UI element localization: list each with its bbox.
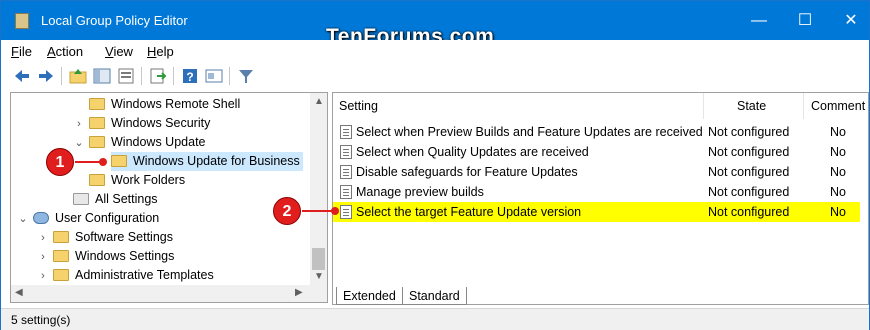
- toolbar-separator: [173, 67, 174, 85]
- tree-item-all-settings[interactable]: All Settings: [73, 190, 158, 209]
- toolbar-separator: [141, 67, 142, 85]
- table-row[interactable]: Manage preview builds Not configured No: [333, 182, 870, 202]
- back-arrow-icon[interactable]: [13, 67, 31, 85]
- table-row[interactable]: Select when Preview Builds and Feature U…: [333, 122, 870, 142]
- refresh-view-icon[interactable]: [117, 67, 135, 85]
- menu-view[interactable]: View: [105, 44, 133, 59]
- tree-item-windows-remote-shell[interactable]: Windows Remote Shell: [73, 95, 240, 114]
- scroll-left-arrow-icon[interactable]: ◀: [15, 287, 23, 298]
- tree-item-software-settings[interactable]: › Software Settings: [37, 228, 173, 247]
- tree-item-windows-security[interactable]: › Windows Security: [73, 114, 210, 133]
- title-bar[interactable]: Local Group Policy Editor TenForums.com …: [1, 1, 870, 48]
- column-divider[interactable]: [703, 93, 704, 119]
- tree-item-user-configuration[interactable]: ⌄ User Configuration: [17, 209, 159, 228]
- callout-badge-2: 2: [273, 197, 301, 225]
- callout-dot-1: [99, 158, 107, 166]
- folder-icon: [53, 249, 69, 262]
- menu-action[interactable]: Action: [47, 44, 83, 59]
- policy-setting-icon: [340, 185, 352, 199]
- table-row[interactable]: Disable safeguards for Feature Updates N…: [333, 162, 870, 182]
- all-settings-icon: [73, 192, 89, 205]
- folder-icon: [89, 135, 105, 148]
- toolbar-separator: [61, 67, 62, 85]
- column-header-comment[interactable]: Comment: [805, 93, 869, 119]
- up-folder-icon[interactable]: [69, 67, 87, 85]
- folder-icon: [111, 154, 127, 167]
- menu-bar: File Action View Help: [1, 40, 869, 62]
- table-row-highlighted[interactable]: Select the target Feature Update version…: [333, 202, 860, 222]
- tree-item-work-folders[interactable]: Work Folders: [89, 171, 185, 190]
- vertical-scrollbar[interactable]: ▲ ▼: [310, 93, 327, 285]
- maximize-button[interactable]: ☐: [782, 1, 828, 40]
- window-title: Local Group Policy Editor: [41, 13, 188, 28]
- tab-extended[interactable]: Extended: [336, 287, 403, 305]
- scrollbar-thumb[interactable]: [312, 248, 325, 270]
- menu-help[interactable]: Help: [147, 44, 174, 59]
- scroll-right-arrow-icon[interactable]: ▶: [295, 287, 303, 298]
- folder-icon: [89, 97, 105, 110]
- chevron-down-icon[interactable]: ⌄: [73, 134, 85, 153]
- export-list-icon[interactable]: [149, 67, 167, 85]
- tree-item-windows-settings[interactable]: › Windows Settings: [37, 247, 174, 266]
- tree-item-administrative-templates[interactable]: › Administrative Templates: [37, 266, 214, 285]
- callout-line-1: [75, 161, 102, 163]
- settings-list-pane[interactable]: Setting State Comment Select when Previe…: [332, 92, 869, 305]
- status-bar: 5 setting(s): [1, 308, 869, 330]
- help-icon[interactable]: ?: [181, 67, 199, 85]
- chevron-right-icon[interactable]: ›: [37, 267, 49, 286]
- tree-item-windows-update[interactable]: ⌄ Windows Update: [73, 133, 205, 153]
- status-text: 5 setting(s): [11, 313, 71, 327]
- menu-file[interactable]: File: [11, 44, 32, 59]
- folder-icon: [53, 230, 69, 243]
- minimize-button[interactable]: —: [736, 1, 782, 40]
- tab-standard[interactable]: Standard: [402, 287, 467, 305]
- svg-text:?: ?: [186, 70, 193, 84]
- gpedit-app-icon: [15, 13, 29, 29]
- close-button[interactable]: ✕: [828, 1, 870, 40]
- folder-icon: [53, 268, 69, 281]
- tree-item-windows-update-for-business[interactable]: Windows Update for Business: [111, 152, 303, 171]
- toolbar: ?: [1, 62, 869, 90]
- show-hide-tree-icon[interactable]: [93, 67, 111, 85]
- table-row[interactable]: Select when Quality Updates are received…: [333, 142, 870, 162]
- callout-badge-1: 1: [46, 148, 74, 176]
- scroll-down-arrow-icon[interactable]: ▼: [314, 271, 324, 282]
- chevron-right-icon[interactable]: ›: [37, 229, 49, 248]
- policy-setting-icon: [340, 205, 352, 219]
- column-header-state[interactable]: State: [731, 93, 801, 119]
- chevron-right-icon[interactable]: ›: [37, 248, 49, 267]
- policy-setting-icon: [340, 125, 352, 139]
- column-header-setting[interactable]: Setting: [333, 93, 703, 119]
- forward-arrow-icon[interactable]: [37, 67, 55, 85]
- folder-icon: [89, 173, 105, 186]
- scroll-up-arrow-icon[interactable]: ▲: [314, 96, 324, 107]
- view-tabs: Extended Standard: [332, 286, 869, 306]
- filter-icon[interactable]: [237, 67, 255, 85]
- toolbar-separator: [229, 67, 230, 85]
- group-policy-window: Local Group Policy Editor TenForums.com …: [0, 0, 870, 330]
- callout-dot-2: [331, 207, 339, 215]
- properties-icon[interactable]: [205, 67, 223, 85]
- policy-setting-icon: [340, 145, 352, 159]
- user-icon: [33, 211, 49, 224]
- policy-setting-icon: [340, 165, 352, 179]
- folder-icon: [89, 116, 105, 129]
- chevron-down-icon[interactable]: ⌄: [17, 210, 29, 229]
- horizontal-scrollbar[interactable]: ◀ ▶: [11, 285, 327, 302]
- chevron-right-icon[interactable]: ›: [73, 115, 85, 134]
- column-divider[interactable]: [803, 93, 804, 119]
